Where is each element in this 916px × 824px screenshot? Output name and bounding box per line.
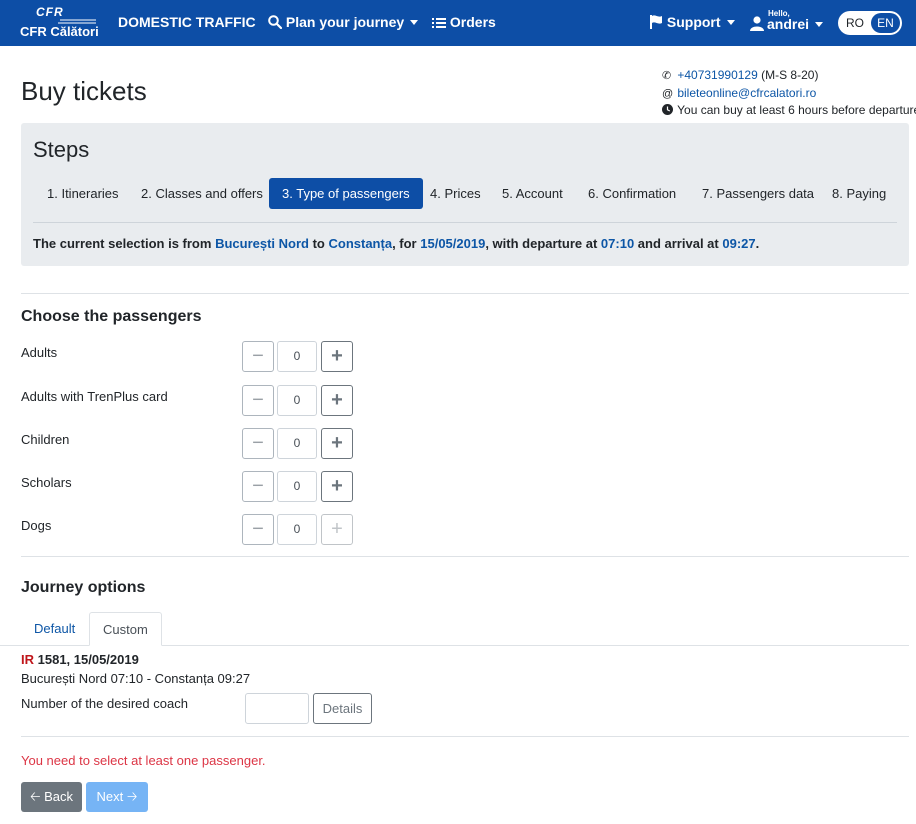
decrement-button[interactable]: − <box>242 341 274 372</box>
selection-to: Constanța <box>328 236 393 251</box>
cfr-logo[interactable]: CFR CFR Călători <box>20 5 99 41</box>
list-icon <box>432 18 446 28</box>
quantity-field[interactable]: 0 <box>277 341 317 372</box>
flag-icon <box>650 15 662 29</box>
arrow-right-icon: 🡢 <box>126 789 138 804</box>
increment-button[interactable]: + <box>321 514 353 545</box>
decrement-button[interactable]: − <box>242 385 274 416</box>
quantity-field[interactable]: 0 <box>277 471 317 502</box>
lang-en[interactable]: EN <box>871 13 900 33</box>
passengers-title: Choose the passengers <box>21 308 202 325</box>
train-type: IR <box>21 652 34 667</box>
lang-ro[interactable]: RO <box>842 13 868 33</box>
passenger-label: Adults <box>21 345 58 360</box>
chevron-down-icon <box>726 20 735 25</box>
step-confirmation[interactable]: 6. Confirmation <box>588 178 676 209</box>
at-icon: @ <box>662 88 674 100</box>
coach-number-input[interactable] <box>245 693 309 724</box>
contact-phone: ✆ +40731990129 (M-S 8-20) <box>662 68 818 82</box>
language-toggle[interactable]: RO EN <box>838 11 902 35</box>
selection-from: București Nord <box>215 236 309 251</box>
contact-note: You can buy at least 6 hours before depa… <box>662 103 916 117</box>
step-passengers-data[interactable]: 7. Passengers data <box>702 178 814 209</box>
tab-custom[interactable]: Custom <box>89 612 162 646</box>
page-title: Buy tickets <box>21 76 147 106</box>
passenger-label: Adults with TrenPlus card <box>21 389 168 404</box>
quantity-field[interactable]: 0 <box>277 385 317 416</box>
divider <box>21 556 909 557</box>
passenger-label: Dogs <box>21 518 52 533</box>
search-icon <box>268 15 283 30</box>
nav-orders-label: Orders <box>449 14 496 30</box>
clock-icon <box>662 104 673 115</box>
user-icon <box>750 16 764 31</box>
selection-date: 15/05/2019 <box>420 236 486 251</box>
step-paying[interactable]: 8. Paying <box>832 178 886 209</box>
increment-button[interactable]: + <box>321 385 353 416</box>
steps-divider <box>33 222 897 223</box>
phone-icon: ✆ <box>662 70 672 82</box>
tab-default[interactable]: Default <box>21 612 88 646</box>
nav-domestic-traffic[interactable]: DOMESTIC TRAFFIC <box>118 14 256 30</box>
decrement-button[interactable]: − <box>242 514 274 545</box>
increment-button[interactable]: + <box>321 341 353 372</box>
phone-link[interactable]: +40731990129 <box>677 68 757 82</box>
username: andrei <box>767 16 824 32</box>
contact-email: @ bileteonline@cfrcalatori.ro <box>662 86 816 100</box>
phone-hours: (M-S 8-20) <box>761 68 819 82</box>
nav-support-label: Support <box>666 14 721 30</box>
increment-button[interactable]: + <box>321 471 353 502</box>
next-label: Next <box>96 789 124 804</box>
back-label: Back <box>44 789 74 804</box>
logo-name: CFR Călători <box>20 24 99 39</box>
passenger-label: Children <box>21 432 70 447</box>
step-prices[interactable]: 4. Prices <box>430 178 481 209</box>
step-classes-offers[interactable]: 2. Classes and offers <box>141 178 263 209</box>
increment-button[interactable]: + <box>321 428 353 459</box>
selection-departure: 07:10 <box>600 236 635 251</box>
passenger-label: Scholars <box>21 475 72 490</box>
error-message: You need to select at least one passenge… <box>21 753 266 768</box>
top-navbar: CFR CFR Călători DOMESTIC TRAFFIC Plan y… <box>0 0 916 46</box>
train-info: 1581, 15/05/2019 <box>37 652 139 667</box>
steps-panel: Steps 1. Itineraries 2. Classes and offe… <box>21 123 909 266</box>
steps-title: Steps <box>33 137 90 162</box>
step-account[interactable]: 5. Account <box>502 178 563 209</box>
train-title: IR 1581, 15/05/2019 <box>21 652 139 667</box>
nav-plan-label: Plan your journey <box>285 14 405 30</box>
chevron-down-icon <box>815 22 824 27</box>
arrow-left-icon: 🡠 <box>29 789 41 804</box>
decrement-button[interactable]: − <box>242 428 274 459</box>
nav-plan-journey[interactable]: Plan your journey <box>268 14 419 30</box>
quantity-field[interactable]: 0 <box>277 514 317 545</box>
divider <box>21 293 909 294</box>
journey-options-title: Journey options <box>21 579 146 596</box>
step-type-of-passengers[interactable]: 3. Type of passengers <box>269 178 423 209</box>
purchase-note: You can buy at least 6 hours before depa… <box>677 103 916 117</box>
quantity-field[interactable]: 0 <box>277 428 317 459</box>
train-route: București Nord 07:10 - Constanța 09:27 <box>21 671 251 686</box>
step-itineraries[interactable]: 1. Itineraries <box>47 178 119 209</box>
email-link[interactable]: bileteonline@cfrcalatori.ro <box>677 86 816 100</box>
divider <box>21 736 909 737</box>
nav-support[interactable]: Support <box>650 14 735 30</box>
next-button[interactable]: Next 🡢 <box>86 782 148 812</box>
chevron-down-icon <box>410 20 419 25</box>
logo-cfr-text: CFR <box>36 5 64 19</box>
current-selection: The current selection is from București … <box>33 236 760 251</box>
selection-arrival: 09:27 <box>722 236 756 251</box>
nav-orders[interactable]: Orders <box>432 14 496 30</box>
coach-label: Number of the desired coach <box>21 696 188 711</box>
details-button[interactable]: Details <box>313 693 372 724</box>
back-button[interactable]: 🡠 Back <box>21 782 82 812</box>
decrement-button[interactable]: − <box>242 471 274 502</box>
